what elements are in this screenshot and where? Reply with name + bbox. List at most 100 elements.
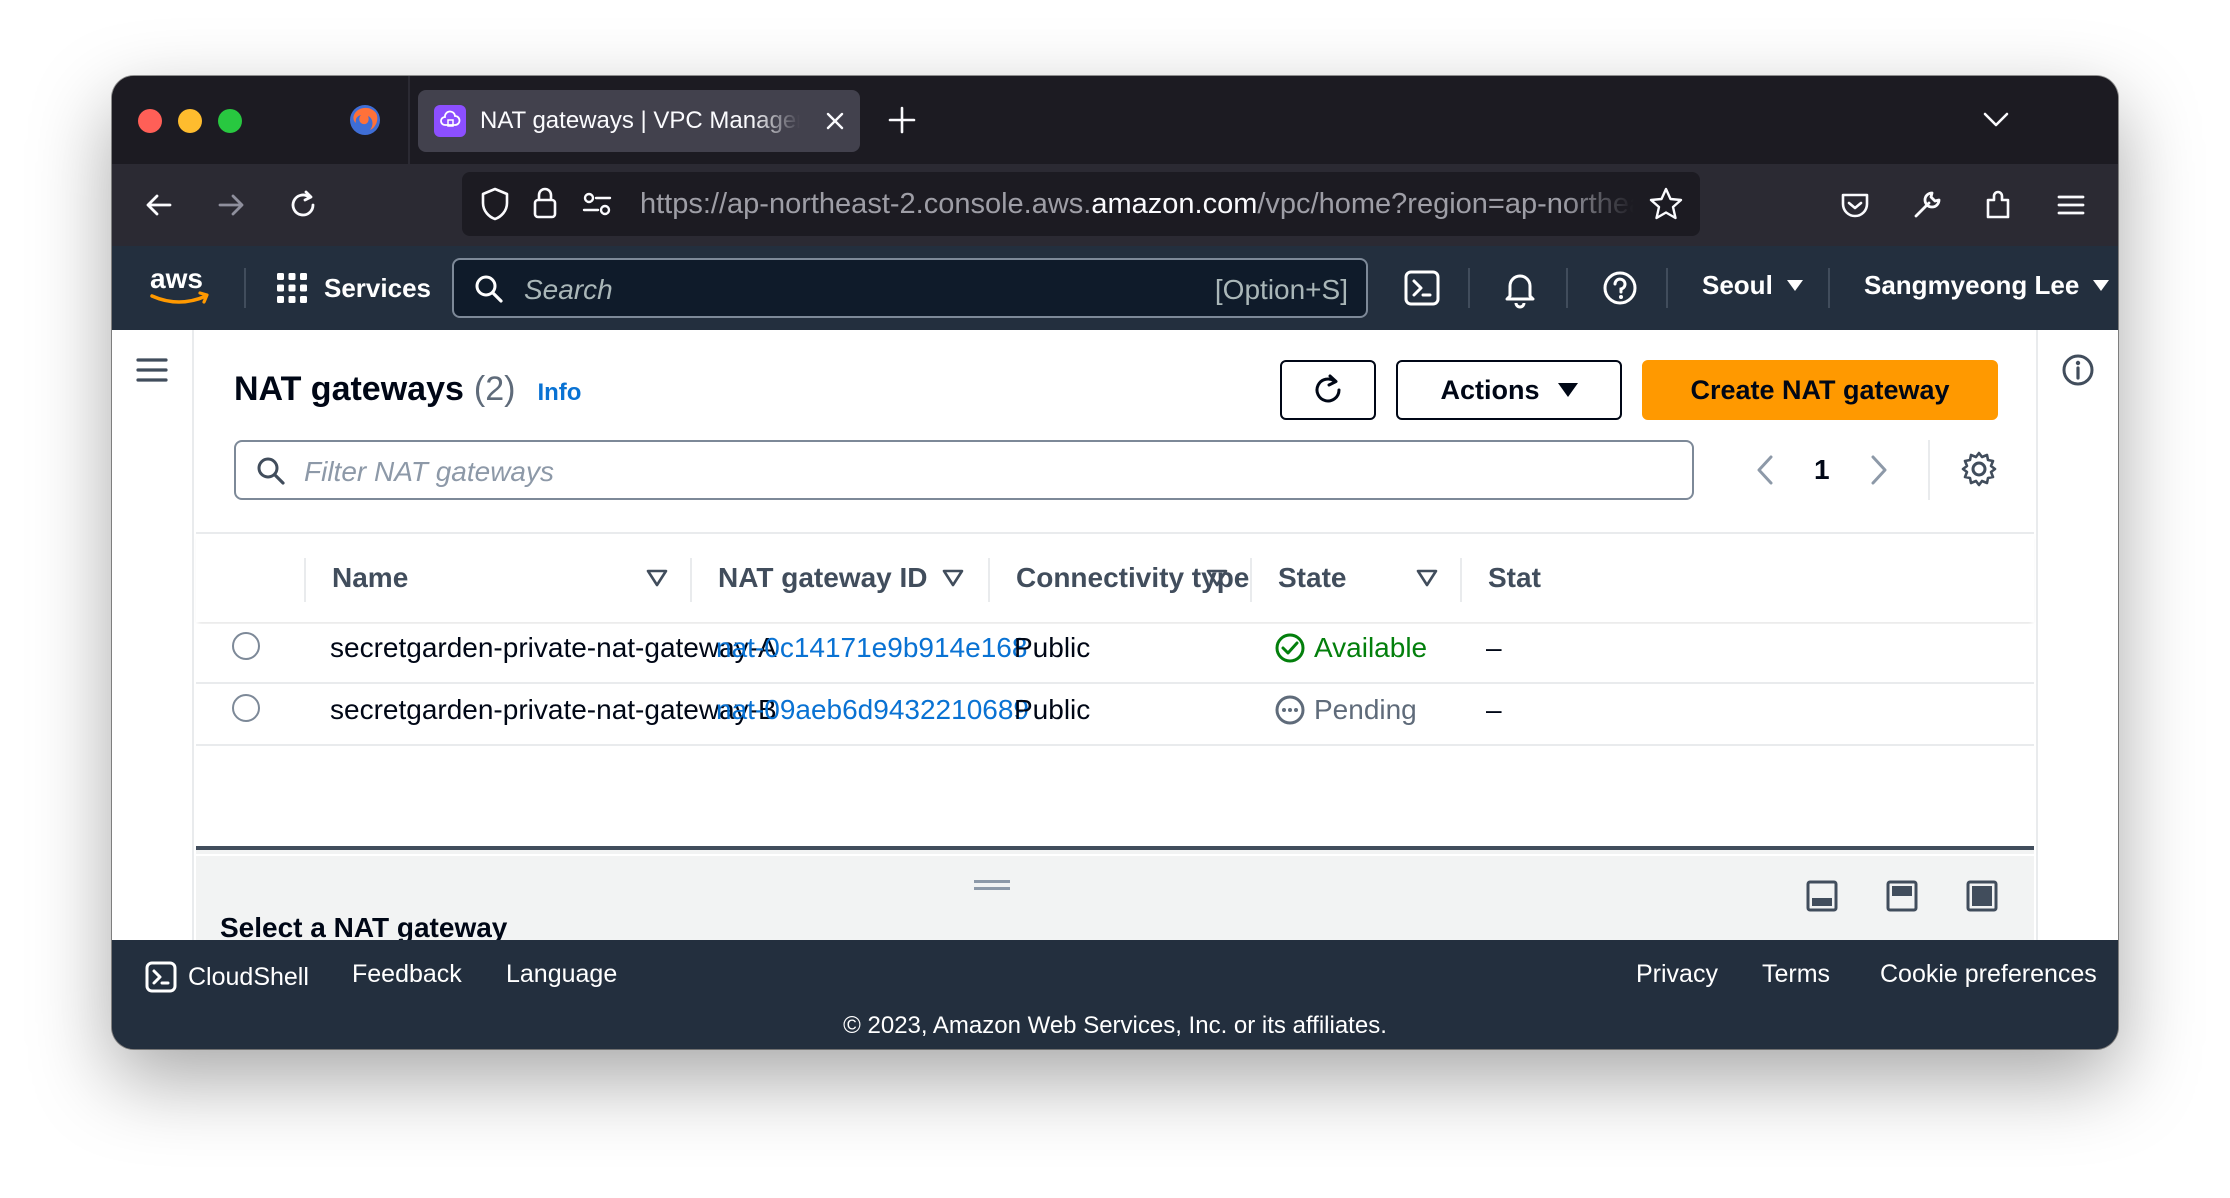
info-icon[interactable] xyxy=(2060,352,2096,388)
resize-handle[interactable] xyxy=(974,880,1010,890)
right-tools-rail xyxy=(2036,330,2118,940)
pocket-icon[interactable] xyxy=(1836,186,1874,224)
tab-separator xyxy=(408,76,410,164)
sort-icon[interactable] xyxy=(1204,566,1230,590)
sort-icon[interactable] xyxy=(940,566,966,590)
panel-bottom-icon[interactable] xyxy=(1804,878,1840,914)
account-menu[interactable]: Sangmyeong Lee xyxy=(1864,270,2110,301)
grid-icon xyxy=(277,273,307,303)
filter-placeholder: Filter NAT gateways xyxy=(304,456,554,487)
close-window-button[interactable] xyxy=(138,109,162,133)
info-link[interactable]: Info xyxy=(537,379,581,407)
cloudshell-icon[interactable] xyxy=(1400,266,1444,310)
shield-icon[interactable] xyxy=(478,186,512,222)
row-select-radio[interactable] xyxy=(232,694,260,722)
status-check-value: – xyxy=(1486,632,1502,663)
search-shortcut: [Option+S] xyxy=(1214,274,1348,305)
region-label: Seoul xyxy=(1702,270,1773,300)
row-select-radio[interactable] xyxy=(232,632,260,660)
column-divider xyxy=(690,558,692,602)
refresh-icon xyxy=(1315,374,1341,403)
panel-side-icon[interactable] xyxy=(1884,878,1920,914)
gear-icon[interactable] xyxy=(1960,450,1998,488)
page-number[interactable]: 1 xyxy=(1814,454,1830,486)
aws-global-nav: aws Services Search [Option+S] Seoul San… xyxy=(112,246,2118,330)
search-icon xyxy=(257,457,285,485)
nav-divider xyxy=(244,268,246,308)
user-name: Sangmyeong Lee xyxy=(1864,270,2080,300)
services-button[interactable]: Services xyxy=(276,266,431,310)
connectivity-type: Public xyxy=(1014,632,1091,663)
chevron-right-icon[interactable] xyxy=(1868,453,1890,487)
table-row[interactable]: secretgarden-private-nat-gateway-A nat-0… xyxy=(196,624,2034,684)
create-label: Create NAT gateway xyxy=(1690,374,1950,405)
permissions-icon[interactable] xyxy=(580,188,614,220)
firefox-icon[interactable] xyxy=(348,103,382,137)
close-tab-icon[interactable] xyxy=(820,106,850,136)
minimize-window-button[interactable] xyxy=(178,109,202,133)
extensions-icon[interactable] xyxy=(1980,186,2018,224)
split-panel: Select a NAT gateway xyxy=(196,846,2034,944)
language-link[interactable]: Language xyxy=(506,960,617,989)
panel-full-icon[interactable] xyxy=(1964,878,2000,914)
page-title: NAT gateways xyxy=(234,370,464,408)
sort-icon[interactable] xyxy=(644,566,670,590)
cloudshell-label: CloudShell xyxy=(188,962,309,991)
bookmark-star-icon[interactable] xyxy=(1648,186,1684,222)
nat-gateway-name: secretgarden-private-nat-gateway-B xyxy=(330,694,777,725)
column-header-nat-gateway-id[interactable]: NAT gateway ID xyxy=(718,562,928,594)
check-circle-icon xyxy=(1275,633,1305,663)
active-tab[interactable]: NAT gateways | VPC Management Console xyxy=(418,90,860,152)
lock-icon[interactable] xyxy=(530,184,560,222)
global-search-input[interactable]: Search [Option+S] xyxy=(452,258,1368,318)
console-footer: CloudShell Feedback Language Privacy Ter… xyxy=(112,940,2118,1049)
refresh-button[interactable] xyxy=(1280,360,1376,420)
caret-down-icon xyxy=(1786,280,1803,291)
browser-window: NAT gateways | VPC Management Console ht… xyxy=(112,76,2118,1049)
services-label: Services xyxy=(324,272,431,303)
help-icon[interactable] xyxy=(1598,266,1642,310)
column-header-state[interactable]: State xyxy=(1278,562,1346,594)
table-header: Name NAT gateway ID Connectivity type St… xyxy=(196,532,2034,622)
caret-down-icon xyxy=(1557,383,1578,397)
privacy-link[interactable]: Privacy xyxy=(1636,960,1718,989)
url-text[interactable]: https://ap-northeast-2.console.aws.amazo… xyxy=(640,188,1634,222)
create-nat-gateway-button[interactable]: Create NAT gateway xyxy=(1642,360,1998,420)
address-bar[interactable]: https://ap-northeast-2.console.aws.amazo… xyxy=(462,172,1700,236)
terms-link[interactable]: Terms xyxy=(1762,960,1830,989)
chevron-left-icon[interactable] xyxy=(1754,453,1776,487)
left-navigation-rail xyxy=(112,330,194,940)
filter-input[interactable]: Filter NAT gateways xyxy=(234,440,1694,500)
chevron-down-icon[interactable] xyxy=(1980,106,2012,134)
nat-gateway-id-link[interactable]: nat-09aeb6d9432210689 xyxy=(716,694,1029,726)
forward-arrow-icon[interactable] xyxy=(212,186,250,224)
aws-logo-icon[interactable]: aws xyxy=(146,262,212,310)
nat-gateway-id-link[interactable]: nat-0c14171e9b914e168 xyxy=(716,632,1027,664)
browser-toolbar: https://ap-northeast-2.console.aws.amazo… xyxy=(112,164,2118,246)
column-header-name[interactable]: Name xyxy=(332,562,408,594)
actions-dropdown[interactable]: Actions xyxy=(1396,360,1622,420)
pending-icon xyxy=(1275,695,1305,725)
column-divider xyxy=(988,558,990,602)
wrench-icon[interactable] xyxy=(1908,186,1946,224)
cloudshell-link[interactable]: CloudShell xyxy=(144,960,309,994)
back-arrow-icon[interactable] xyxy=(140,186,178,224)
column-header-status-check[interactable]: Stat xyxy=(1488,562,1541,594)
pager-divider xyxy=(1928,440,1930,500)
state-available: Available xyxy=(1274,632,1427,664)
menu-icon[interactable] xyxy=(2052,186,2090,224)
table-row[interactable]: secretgarden-private-nat-gateway-B nat-0… xyxy=(196,686,2034,746)
cookie-preferences-link[interactable]: Cookie preferences xyxy=(1880,960,2097,989)
hamburger-menu-icon[interactable] xyxy=(136,356,168,384)
feedback-link[interactable]: Feedback xyxy=(352,960,462,989)
status-check-value: – xyxy=(1486,694,1502,725)
actions-label: Actions xyxy=(1440,374,1540,405)
sort-icon[interactable] xyxy=(1414,566,1440,590)
state-label: Available xyxy=(1314,632,1428,663)
zoom-window-button[interactable] xyxy=(218,109,242,133)
new-tab-icon[interactable] xyxy=(886,104,918,136)
bell-icon[interactable] xyxy=(1498,266,1542,310)
region-selector[interactable]: Seoul xyxy=(1702,270,1803,301)
nav-divider xyxy=(1566,268,1568,308)
reload-icon[interactable] xyxy=(284,186,322,224)
